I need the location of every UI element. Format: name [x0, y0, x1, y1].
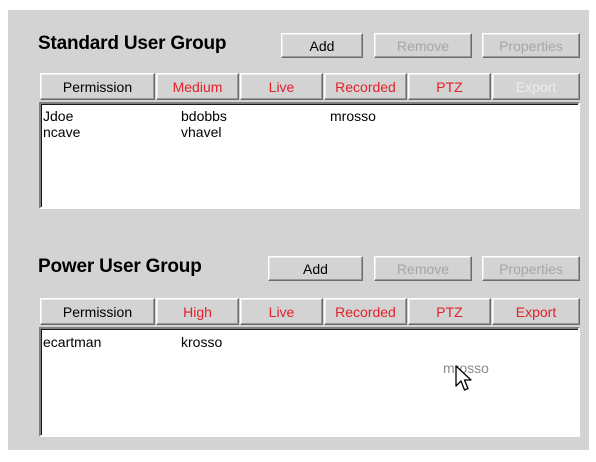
power-tab-recorded[interactable]: Recorded	[324, 298, 407, 325]
list-item[interactable]: mrosso	[330, 108, 376, 124]
list-item[interactable]: vhavel	[181, 124, 221, 140]
standard-tab-live[interactable]: Live	[240, 73, 323, 100]
standard-properties-button[interactable]: Properties	[482, 33, 580, 58]
standard-group-title: Standard User Group	[38, 33, 227, 54]
standard-tab-permission[interactable]: Permission	[40, 73, 155, 100]
standard-users-list[interactable]: Jdoe ncave bdobbs vhavel mrosso	[39, 102, 580, 209]
power-add-button[interactable]: Add	[268, 256, 363, 281]
standard-remove-button[interactable]: Remove	[374, 33, 472, 58]
standard-tab-medium[interactable]: Medium	[156, 73, 239, 100]
power-properties-button[interactable]: Properties	[482, 256, 580, 281]
standard-tab-ptz[interactable]: PTZ	[408, 73, 491, 100]
power-tab-export[interactable]: Export	[492, 298, 580, 325]
standard-add-button[interactable]: Add	[281, 33, 363, 58]
power-tab-permission[interactable]: Permission	[40, 298, 155, 325]
power-tab-ptz[interactable]: PTZ	[408, 298, 491, 325]
power-tab-live[interactable]: Live	[240, 298, 323, 325]
list-item[interactable]: ecartman	[43, 334, 101, 350]
standard-tab-export[interactable]: Export	[492, 73, 580, 100]
list-item[interactable]: krosso	[181, 334, 222, 350]
power-users-list[interactable]: ecartman krosso mrosso	[39, 327, 580, 437]
power-group-title: Power User Group	[38, 256, 202, 277]
arrow-pointer-icon	[455, 365, 472, 391]
list-item[interactable]: Jdoe	[43, 108, 73, 124]
power-remove-button[interactable]: Remove	[374, 256, 472, 281]
standard-tab-recorded[interactable]: Recorded	[324, 73, 407, 100]
power-tab-high[interactable]: High	[156, 298, 239, 325]
list-item[interactable]: ncave	[43, 124, 80, 140]
user-groups-panel: Standard User Group Add Remove Propertie…	[8, 10, 589, 450]
list-item[interactable]: bdobbs	[181, 108, 227, 124]
